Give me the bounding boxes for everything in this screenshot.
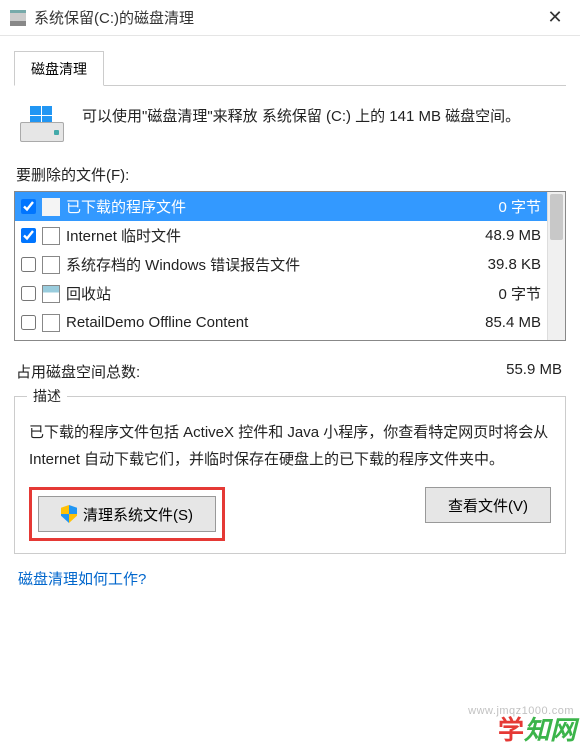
how-it-works-link[interactable]: 磁盘清理如何工作?	[18, 568, 146, 589]
file-type-icon	[42, 314, 60, 332]
close-button[interactable]: ✕	[540, 7, 570, 28]
file-name: 已下载的程序文件	[66, 196, 455, 217]
total-label: 占用磁盘空间总数:	[16, 361, 140, 382]
title-bar: 系统保留(C:)的磁盘清理 ✕	[0, 0, 580, 36]
clean-system-files-label: 清理系统文件(S)	[83, 504, 193, 525]
file-size: 85.4 MB	[455, 314, 545, 331]
view-files-button[interactable]: 查看文件(V)	[425, 487, 551, 523]
file-type-icon	[42, 227, 60, 245]
highlight-box: 清理系统文件(S)	[29, 487, 225, 541]
disk-cleanup-icon	[20, 106, 64, 142]
file-row[interactable]: 回收站0 字节	[15, 279, 565, 308]
description-legend: 描述	[27, 386, 67, 406]
file-row[interactable]: RetailDemo Offline Content85.4 MB	[15, 308, 565, 337]
file-type-icon	[42, 198, 60, 216]
file-type-icon	[42, 256, 60, 274]
file-row[interactable]: 已下载的程序文件0 字节	[15, 192, 565, 221]
file-name: 系统存档的 Windows 错误报告文件	[66, 254, 455, 275]
tab-strip: 磁盘清理	[14, 50, 566, 86]
total-value: 55.9 MB	[506, 361, 562, 382]
file-size: 39.8 KB	[455, 256, 545, 273]
drive-icon	[10, 10, 26, 26]
scrollbar-thumb[interactable]	[550, 194, 563, 240]
file-name: RetailDemo Offline Content	[66, 314, 455, 331]
shield-icon	[61, 505, 77, 523]
scrollbar[interactable]	[547, 192, 565, 340]
total-row: 占用磁盘空间总数: 55.9 MB	[16, 361, 562, 382]
file-row[interactable]: 系统存档的 Windows 错误报告文件39.8 KB	[15, 250, 565, 279]
file-checkbox[interactable]	[21, 228, 36, 243]
file-size: 0 字节	[455, 283, 545, 304]
intro-text: 可以使用"磁盘清理"来释放 系统保留 (C:) 上的 141 MB 磁盘空间。	[82, 104, 520, 130]
file-checkbox[interactable]	[21, 315, 36, 330]
intro-block: 可以使用"磁盘清理"来释放 系统保留 (C:) 上的 141 MB 磁盘空间。	[14, 96, 566, 158]
file-name: Internet 临时文件	[66, 225, 455, 246]
file-name: 回收站	[66, 283, 455, 304]
file-row[interactable]: Internet 临时文件48.9 MB	[15, 221, 565, 250]
watermark: 学知网	[498, 710, 576, 747]
file-checkbox[interactable]	[21, 286, 36, 301]
file-list[interactable]: 已下载的程序文件0 字节Internet 临时文件48.9 MB系统存档的 Wi…	[14, 191, 566, 341]
description-group: 描述 已下载的程序文件包括 ActiveX 控件和 Java 小程序，你查看特定…	[14, 396, 566, 554]
clean-system-files-button[interactable]: 清理系统文件(S)	[38, 496, 216, 532]
tab-disk-cleanup[interactable]: 磁盘清理	[14, 51, 104, 86]
window-title: 系统保留(C:)的磁盘清理	[34, 7, 540, 28]
file-checkbox[interactable]	[21, 199, 36, 214]
description-text: 已下载的程序文件包括 ActiveX 控件和 Java 小程序，你查看特定网页时…	[29, 419, 551, 473]
file-size: 0 字节	[455, 196, 545, 217]
file-size: 48.9 MB	[455, 227, 545, 244]
view-files-label: 查看文件(V)	[448, 495, 528, 516]
file-checkbox[interactable]	[21, 257, 36, 272]
files-to-delete-label: 要删除的文件(F):	[16, 164, 566, 185]
file-type-icon	[42, 285, 60, 303]
